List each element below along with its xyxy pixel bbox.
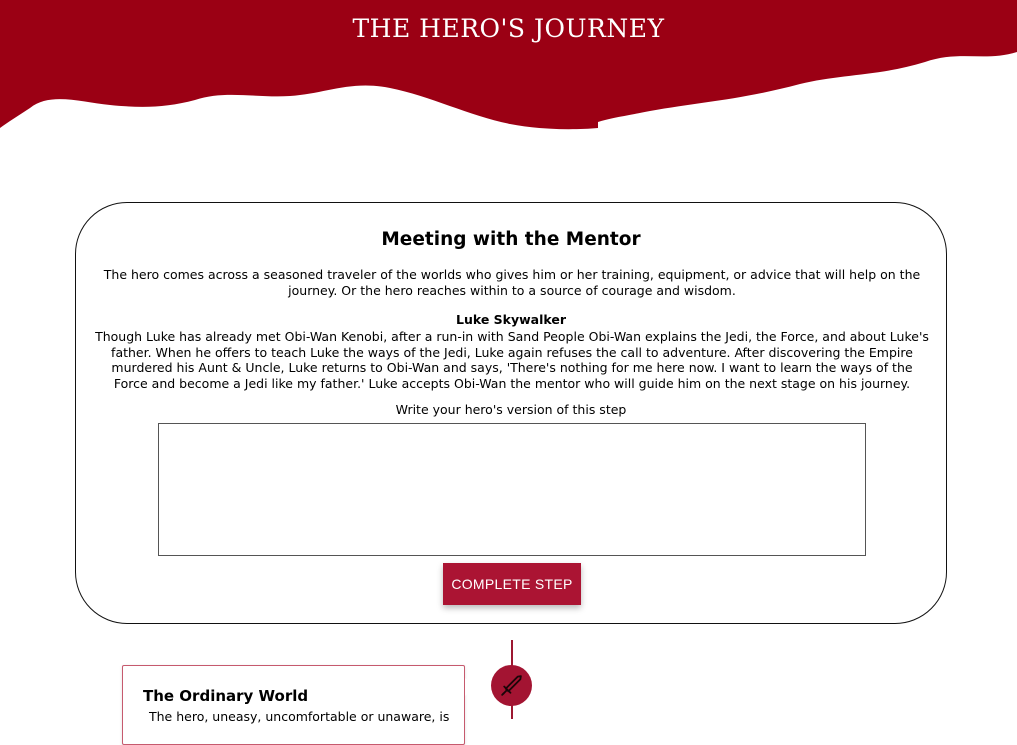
example-hero-name: Luke Skywalker xyxy=(455,312,567,327)
complete-step-button[interactable]: COMPLETE STEP xyxy=(443,563,581,605)
site-header: THE HERO'S JOURNEY xyxy=(0,0,1017,140)
sword-icon xyxy=(501,675,522,696)
answer-prompt-label: Write your hero's version of this step xyxy=(395,402,627,417)
timeline-item-title: The Ordinary World xyxy=(143,687,309,705)
timeline-item[interactable]: The Ordinary World The hero, uneasy, unc… xyxy=(122,665,465,745)
step-description: The hero comes across a seasoned travele… xyxy=(103,267,921,298)
site-title: THE HERO'S JOURNEY xyxy=(352,14,665,43)
timeline-item-text: The hero, uneasy, uncomfortable or unawa… xyxy=(149,709,450,724)
hero-version-textarea[interactable] xyxy=(158,423,866,556)
example-hero-text: Though Luke has already met Obi-Wan Keno… xyxy=(95,329,929,391)
step-card: Meeting with the Mentor The hero comes a… xyxy=(75,202,947,624)
timeline-item-pointer xyxy=(465,678,475,696)
step-title: Meeting with the Mentor xyxy=(381,229,641,250)
timeline-marker[interactable] xyxy=(491,665,532,706)
